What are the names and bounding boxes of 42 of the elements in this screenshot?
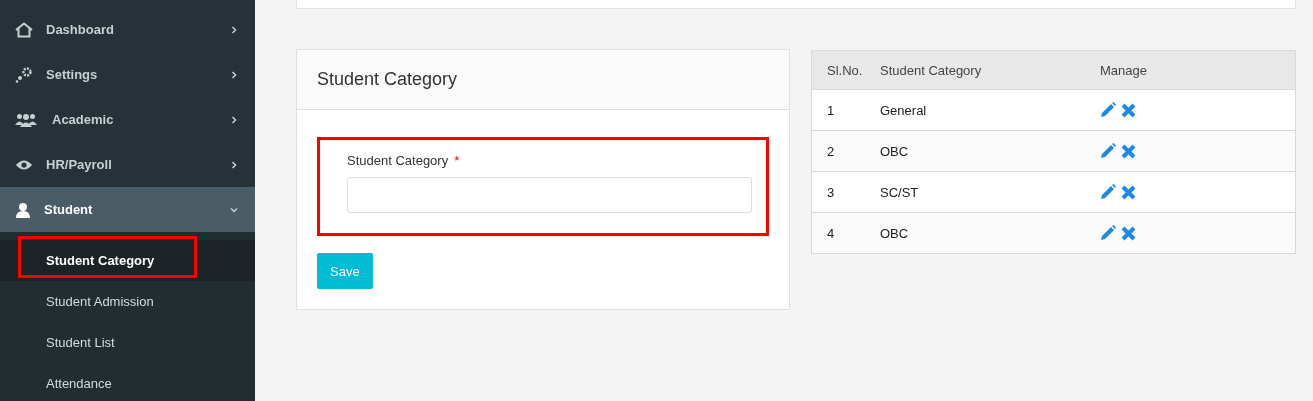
chevron-right-icon [230, 160, 238, 169]
field-label: Student Category [347, 153, 449, 168]
table-cell-text: 4 [827, 225, 836, 241]
home-icon [15, 21, 33, 38]
pencil-icon[interactable] [1100, 225, 1116, 241]
table-cell-text: 3 [827, 184, 836, 200]
chevron-down-icon [230, 205, 238, 214]
submenu-item[interactable]: Student Admission [0, 281, 255, 322]
close-icon[interactable] [1121, 184, 1136, 200]
close-icon[interactable] [1121, 102, 1136, 118]
menu-item[interactable]: Student [0, 187, 255, 232]
chevron-right-icon [230, 70, 238, 79]
user-icon [15, 201, 31, 218]
table-cell-text: General [880, 102, 928, 118]
submenu-item[interactable]: Student Category [0, 240, 255, 281]
column-header: Student Category [880, 62, 983, 78]
table-cell-text: OBC [880, 143, 910, 159]
people-icon [15, 112, 37, 127]
pencil-icon[interactable] [1100, 143, 1116, 159]
chevron-right-icon [230, 115, 238, 124]
menu-item[interactable]: Academic [0, 97, 255, 142]
column-header: Manage [1100, 62, 1148, 78]
card-title: Student Category [317, 69, 458, 90]
column-header: Sl.No. [827, 62, 864, 78]
close-icon[interactable] [1121, 143, 1136, 159]
gears-icon [15, 66, 33, 83]
pencil-icon[interactable] [1100, 184, 1116, 200]
close-icon[interactable] [1121, 225, 1136, 241]
table-cell-text: SC/ST [880, 184, 920, 200]
required-mark: * [454, 153, 460, 168]
eye-icon [15, 158, 33, 171]
pencil-icon[interactable] [1100, 102, 1116, 118]
table-cell-text: OBC [880, 225, 910, 241]
menu-item[interactable]: Settings [0, 52, 255, 97]
chevron-right-icon [230, 25, 238, 34]
table-cell-text: 1 [827, 102, 836, 118]
menu-item[interactable]: HR/Payroll [0, 142, 255, 187]
menu-item[interactable]: Dashboard [0, 7, 255, 52]
submenu-item[interactable]: Attendance [0, 363, 255, 401]
input-field[interactable] [347, 177, 752, 213]
table-cell-text: 2 [827, 143, 836, 159]
submenu-item[interactable]: Student List [0, 322, 255, 363]
